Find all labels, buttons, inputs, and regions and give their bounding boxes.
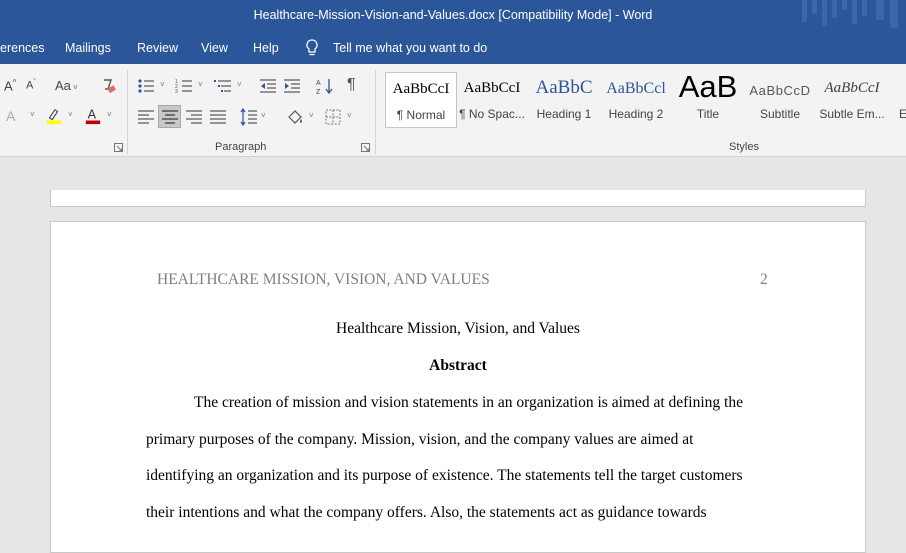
style-heading-2[interactable]: AaBbCcl Heading 2: [601, 72, 671, 126]
line-spacing-dropdown-icon[interactable]: ˅: [261, 111, 266, 120]
previous-page-bottom: [50, 190, 866, 207]
running-header: HEALTHCARE MISSION, VISION, AND VALUES: [157, 271, 490, 288]
style-title[interactable]: AaB Title: [673, 69, 743, 126]
ribbon-home: A^ Aˇ Aa ˅ A ˅ ˅ A ˅ ˅ 123 ˅ ˅ A Z ¶ ˅ ˅…: [0, 64, 906, 157]
style-subtitle[interactable]: AaBbCcD Subtitle: [745, 72, 815, 126]
highlight-dropdown-icon[interactable]: ˅: [68, 110, 73, 119]
tab-help[interactable]: Help: [253, 41, 279, 55]
text-effects-dropdown-icon[interactable]: ˅: [30, 110, 35, 119]
title-bar-decoration: [802, 0, 898, 28]
style-preview: AaBbCcI: [463, 80, 521, 96]
style-no-spacing[interactable]: AaBbCcI ¶ No Spac...: [457, 72, 527, 126]
svg-text:A: A: [88, 108, 97, 122]
font-color-dropdown-icon[interactable]: ˅: [107, 110, 112, 119]
style-label: Subtitle: [759, 107, 801, 121]
paragraph-dialog-launcher-icon[interactable]: [361, 143, 371, 153]
tab-mailings[interactable]: Mailings: [65, 41, 111, 55]
style-preview: AaB: [678, 69, 738, 104]
numbering-icon[interactable]: 123: [175, 77, 193, 95]
lightbulb-icon: [306, 39, 318, 56]
align-right-icon[interactable]: [185, 108, 203, 126]
style-preview: AaBbC: [535, 77, 593, 98]
multilevel-list-icon[interactable]: [214, 77, 232, 95]
change-case-button[interactable]: Aa ˅: [55, 78, 85, 96]
page-number: 2: [760, 271, 768, 288]
style-heading-1[interactable]: AaBbC Heading 1: [529, 72, 599, 126]
tab-view[interactable]: View: [201, 41, 228, 55]
font-dialog-launcher-icon[interactable]: [114, 143, 124, 153]
body-line: The creation of mission and vision state…: [194, 394, 743, 411]
shading-dropdown-icon[interactable]: ˅: [309, 111, 314, 120]
change-case-label: Aa: [55, 78, 71, 93]
svg-text:A: A: [316, 80, 321, 87]
style-preview: AaBbCcI: [392, 81, 450, 97]
svg-text:Z: Z: [316, 89, 321, 95]
align-center-button[interactable]: [158, 105, 181, 128]
highlight-color-icon[interactable]: [45, 107, 63, 125]
shading-icon[interactable]: [286, 108, 304, 126]
numbering-dropdown-icon[interactable]: ˅: [198, 80, 203, 89]
bullets-icon[interactable]: [137, 77, 155, 95]
body-line: identifying an organization and its purp…: [146, 467, 743, 484]
style-label: ¶ Normal: [396, 108, 446, 122]
ribbon-tabs: erences Mailings Review View Help Tell m…: [0, 32, 906, 64]
tab-references[interactable]: erences: [0, 41, 44, 55]
title-bar: Healthcare-Mission-Vision-and-Values.doc…: [0, 0, 906, 32]
style-label: Title: [696, 107, 720, 121]
group-separator: [375, 70, 376, 154]
abstract-heading: Abstract: [429, 357, 487, 374]
borders-dropdown-icon[interactable]: ˅: [347, 111, 352, 120]
shrink-font-icon[interactable]: Aˇ: [26, 79, 44, 97]
style-preview: AaBbCcl: [606, 80, 666, 97]
body-line: primary purposes of the company. Mission…: [146, 431, 694, 448]
clear-formatting-icon[interactable]: [99, 77, 117, 95]
style-label: Heading 2: [608, 107, 664, 121]
style-label: E: [899, 107, 906, 121]
show-formatting-marks-icon[interactable]: ¶: [347, 76, 365, 94]
style-label: Subtle Em...: [819, 107, 885, 121]
grow-font-icon[interactable]: A^: [4, 78, 22, 96]
align-left-icon[interactable]: [137, 108, 155, 126]
align-center-icon: [162, 110, 178, 124]
style-emphasis[interactable]: E: [889, 72, 906, 126]
style-subtle-emphasis[interactable]: AaBbCcI Subtle Em...: [817, 72, 887, 126]
style-preview: AaBbCcI: [824, 80, 880, 96]
group-separator: [127, 70, 128, 154]
svg-text:3: 3: [175, 89, 178, 95]
style-label: ¶ No Spac...: [459, 107, 525, 121]
window-title: Healthcare-Mission-Vision-and-Values.doc…: [253, 8, 653, 22]
document-page[interactable]: HEALTHCARE MISSION, VISION, AND VALUES 2…: [50, 221, 866, 553]
tell-me-search[interactable]: Tell me what you want to do: [333, 41, 487, 55]
increase-indent-icon[interactable]: [283, 77, 301, 95]
line-spacing-icon[interactable]: [240, 108, 258, 126]
borders-icon[interactable]: [324, 108, 342, 126]
multilevel-dropdown-icon[interactable]: ˅: [237, 80, 242, 89]
font-color-icon[interactable]: A: [84, 107, 102, 125]
body-line: their intentions and what the company of…: [146, 504, 707, 521]
sort-icon[interactable]: A Z: [316, 77, 334, 95]
paragraph-group-label: Paragraph: [215, 141, 267, 153]
style-label: Heading 1: [536, 107, 592, 121]
justify-icon[interactable]: [209, 108, 227, 126]
document-title: Healthcare Mission, Vision, and Values: [336, 320, 580, 337]
text-effects-icon[interactable]: A: [6, 108, 24, 126]
decrease-indent-icon[interactable]: [259, 77, 277, 95]
style-normal[interactable]: AaBbCcI ¶ Normal: [385, 72, 457, 128]
bullets-dropdown-icon[interactable]: ˅: [160, 80, 165, 89]
tab-review[interactable]: Review: [137, 41, 178, 55]
style-preview: AaBbCcD: [749, 83, 811, 98]
styles-group-label: Styles: [729, 141, 759, 153]
